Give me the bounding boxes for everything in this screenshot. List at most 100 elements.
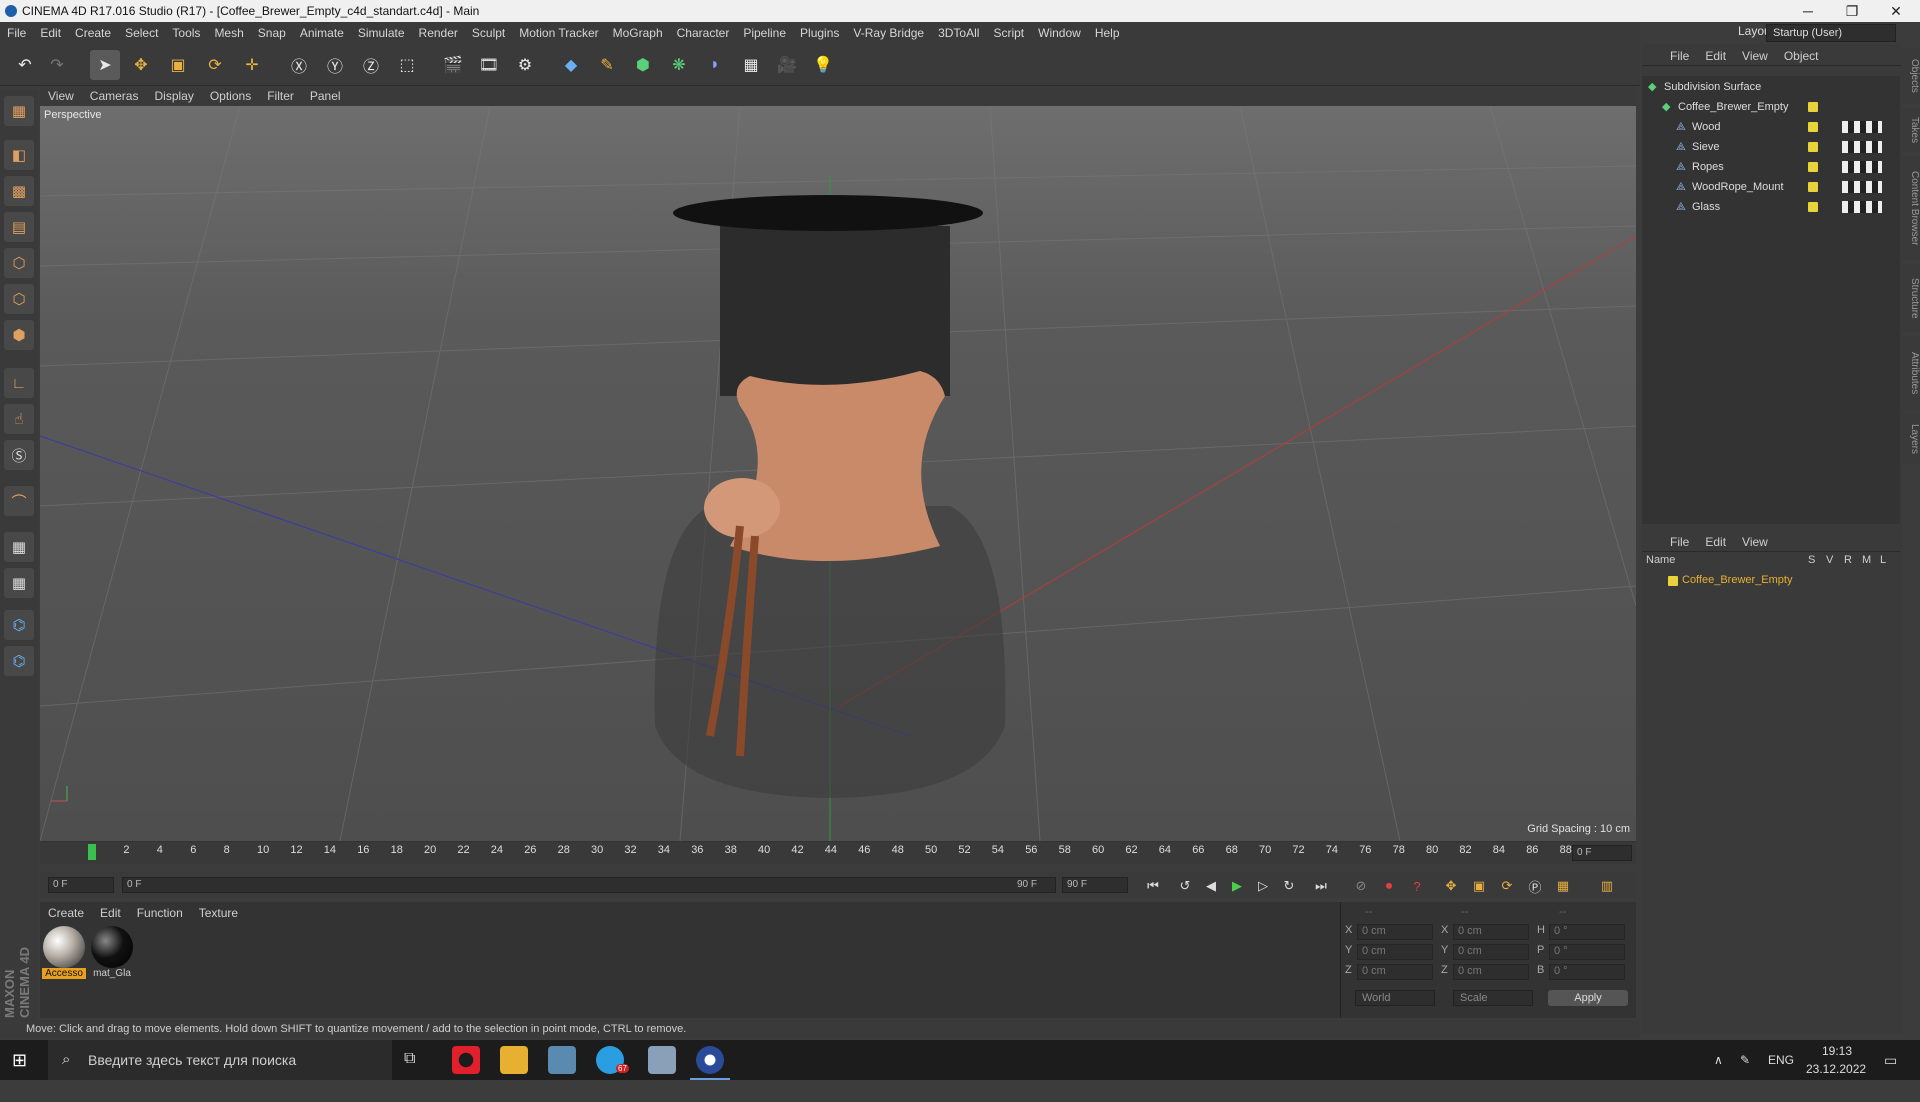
next-frame-icon[interactable]: ▷ xyxy=(1252,875,1274,897)
camera-icon[interactable]: 🎥 xyxy=(772,50,802,80)
windows-start-icon[interactable]: ⊞ xyxy=(12,1050,32,1070)
layer-color-dot[interactable] xyxy=(1808,122,1818,132)
redo-icon[interactable]: ↷ xyxy=(42,50,72,80)
render-settings-icon[interactable]: ⚙ xyxy=(510,50,540,80)
rotation-field[interactable]: 0 ° xyxy=(1549,964,1625,980)
menu-snap[interactable]: Snap xyxy=(251,22,293,40)
menu-help[interactable]: Help xyxy=(1088,22,1127,40)
language-indicator[interactable]: ENG xyxy=(1768,1040,1794,1080)
viewport-menu-filter[interactable]: Filter xyxy=(259,86,302,103)
menu-motion-tracker[interactable]: Motion Tracker xyxy=(512,22,605,40)
size-field[interactable]: 0 cm xyxy=(1453,924,1529,940)
menu-file[interactable]: File xyxy=(0,22,33,40)
layer-color-dot[interactable] xyxy=(1808,182,1818,192)
rotate-tool-icon[interactable]: ⟳ xyxy=(200,50,230,80)
auto-keying-icon[interactable]: ⏺ xyxy=(1378,875,1400,897)
transform-tool-icon[interactable]: ✛ xyxy=(237,50,267,80)
current-frame-field[interactable]: 0 F xyxy=(1572,845,1632,861)
menu-create[interactable]: Create xyxy=(68,22,118,40)
layer-color-dot[interactable] xyxy=(1808,102,1818,112)
tray-chevron-icon[interactable]: ∧ xyxy=(1714,1040,1723,1080)
viewport-menu-view[interactable]: View xyxy=(40,86,82,103)
key-position-icon[interactable]: ✥ xyxy=(1440,875,1462,897)
object-row[interactable]: ⟁ WoodRope_Mount xyxy=(1642,178,1882,196)
lm-menu-file[interactable]: File xyxy=(1642,530,1697,549)
viewport-menu-panel[interactable]: Panel xyxy=(302,86,349,103)
lm-menu-view[interactable]: View xyxy=(1734,530,1776,549)
task-view-icon[interactable]: ⧉ xyxy=(404,1050,415,1068)
object-row[interactable]: ⟁ Ropes xyxy=(1642,158,1882,176)
coordinate-system-icon[interactable]: ⬚ xyxy=(392,50,422,80)
select-tool-icon[interactable]: ➤ xyxy=(90,50,120,80)
side-tab[interactable]: Attributes xyxy=(1902,336,1920,410)
menu-3dtoall[interactable]: 3DToAll xyxy=(931,22,986,40)
scale-tool-icon[interactable]: ▣ xyxy=(163,50,193,80)
folder-app-icon[interactable] xyxy=(648,1046,676,1074)
material-tags[interactable] xyxy=(1842,161,1882,173)
subdivision-icon[interactable]: ⬢ xyxy=(628,50,658,80)
om-menu-view[interactable]: View xyxy=(1734,44,1776,63)
keyframe-selection-icon[interactable]: ? xyxy=(1406,875,1428,897)
menu-tools[interactable]: Tools xyxy=(165,22,207,40)
timeline-window-icon[interactable]: ▥ xyxy=(1596,875,1618,897)
menu-select[interactable]: Select xyxy=(118,22,165,40)
menu-mesh[interactable]: Mesh xyxy=(207,22,250,40)
floor-icon[interactable]: ▦ xyxy=(736,50,766,80)
tweak-mode-icon[interactable]: ☝ xyxy=(4,404,34,434)
notifications-icon[interactable]: ▭ xyxy=(1884,1040,1897,1080)
object-row[interactable]: ⟁ Glass xyxy=(1642,198,1882,216)
side-tab[interactable]: Content Browser xyxy=(1902,156,1920,260)
material-tags[interactable] xyxy=(1842,201,1882,213)
maximize-button[interactable]: ❐ xyxy=(1830,0,1874,22)
lm-menu-edit[interactable]: Edit xyxy=(1697,530,1734,549)
om-menu-object[interactable]: Object xyxy=(1776,44,1827,63)
move-tool-icon[interactable]: ✥ xyxy=(126,50,156,80)
taskbar-search[interactable]: Введите здесь текст для поиска xyxy=(48,1040,392,1080)
menu-edit[interactable]: Edit xyxy=(33,22,68,40)
rotation-field[interactable]: 0 ° xyxy=(1549,924,1625,940)
material-menu-texture[interactable]: Texture xyxy=(191,902,246,920)
size-field[interactable]: 0 cm xyxy=(1453,964,1529,980)
make-editable-icon[interactable]: ▦ xyxy=(4,96,34,126)
viewport-menu-display[interactable]: Display xyxy=(146,86,201,103)
workplane-icon[interactable]: ▤ xyxy=(4,212,34,242)
key-pla-icon[interactable]: ▦ xyxy=(1552,875,1574,897)
key-rotation-icon[interactable]: ⟳ xyxy=(1496,875,1518,897)
menu-mograph[interactable]: MoGraph xyxy=(606,22,670,40)
render-view-icon[interactable]: 🎬 xyxy=(438,50,468,80)
x-axis-icon[interactable]: Ⓧ xyxy=(284,50,314,80)
om-menu-edit[interactable]: Edit xyxy=(1697,44,1734,63)
cube-icon[interactable]: ◆ xyxy=(556,50,586,80)
layer-color-dot[interactable] xyxy=(1808,162,1818,172)
material-menu-edit[interactable]: Edit xyxy=(92,902,129,920)
menu-sculpt[interactable]: Sculpt xyxy=(465,22,512,40)
next-key-icon[interactable]: ↻ xyxy=(1278,875,1300,897)
record-keys-icon[interactable]: ⊘ xyxy=(1350,875,1372,897)
opera-icon[interactable] xyxy=(452,1046,480,1074)
menu-plugins[interactable]: Plugins xyxy=(793,22,846,40)
python-script-icon[interactable]: ⌬ xyxy=(4,646,34,676)
side-tab[interactable]: Layers xyxy=(1902,414,1920,464)
snap-icon[interactable]: Ⓢ xyxy=(4,440,34,470)
position-field[interactable]: 0 cm xyxy=(1357,964,1433,980)
world-select[interactable]: World xyxy=(1355,990,1435,1006)
menu-script[interactable]: Script xyxy=(986,22,1031,40)
frame-ruler[interactable]: 0246810121416182022242628303234363840424… xyxy=(88,842,1605,864)
network-icon[interactable]: ✎ xyxy=(1740,1040,1750,1080)
cinema4d-taskbar-icon[interactable] xyxy=(696,1046,724,1074)
magnet-icon[interactable]: ⌒ xyxy=(4,486,34,516)
timeline-ruler[interactable]: 0246810121416182022242628303234363840424… xyxy=(40,842,1636,864)
end-frame-field[interactable]: 90 F xyxy=(1062,877,1128,893)
workplane-grid-icon[interactable]: ▦ xyxy=(4,568,34,598)
apply-button[interactable]: Apply xyxy=(1548,990,1628,1006)
play-icon[interactable]: ▶ xyxy=(1226,875,1248,897)
material-menu-create[interactable]: Create xyxy=(40,902,92,920)
clock-date[interactable]: 23.12.2022 xyxy=(1806,1062,1866,1102)
material-swatch[interactable]: mat_Gla xyxy=(90,926,134,986)
object-row[interactable]: ⟁ Wood xyxy=(1642,118,1882,136)
edges-mode-icon[interactable]: ⬡ xyxy=(4,284,34,314)
om-menu-file[interactable]: File xyxy=(1642,44,1697,63)
points-mode-icon[interactable]: ⬡ xyxy=(4,248,34,278)
minimize-button[interactable]: ─ xyxy=(1786,0,1830,22)
menu-animate[interactable]: Animate xyxy=(293,22,351,40)
